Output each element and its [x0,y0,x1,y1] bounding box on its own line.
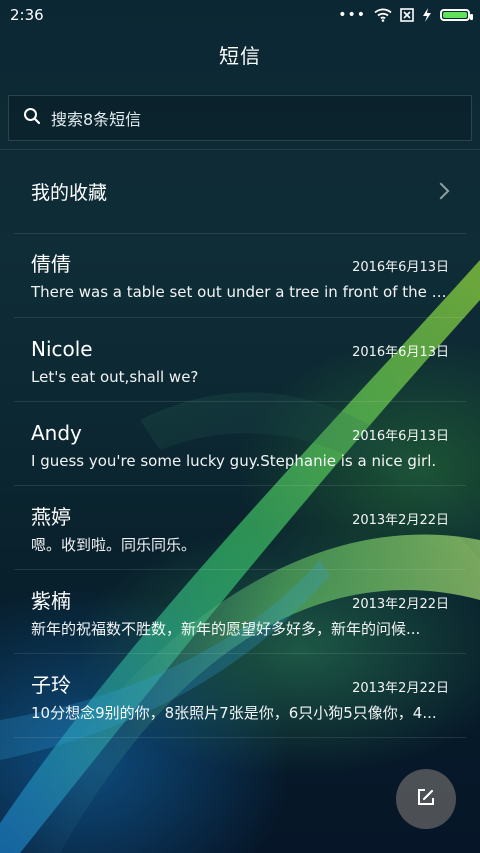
wifi-icon [374,8,392,22]
message-date: 2016年6月13日 [352,345,449,360]
message-snippet: Let's eat out,shall we? [31,368,199,386]
message-date: 2013年2月22日 [352,597,449,612]
conversation-item[interactable]: 燕婷 2013年2月22日 嗯。收到啦。同乐同乐。 [31,504,449,555]
status-dots: ••• [338,7,366,23]
message-date: 2013年2月22日 [352,681,449,696]
contact-name: Andy [31,421,82,445]
status-icons: ••• [338,7,473,23]
divider [14,233,466,234]
status-bar: 2:36 ••• [0,0,480,30]
search-placeholder: 搜索8条短信 [51,110,142,129]
favorites-label: 我的收藏 [31,181,108,204]
divider [14,737,466,738]
divider [14,653,466,654]
page-title: 短信 [219,44,261,68]
conversation-item[interactable]: 紫楠 2013年2月22日 新年的祝福数不胜数，新年的愿望好多好多，新年的问候.… [31,588,449,639]
search-bar[interactable]: 搜索8条短信 [8,95,472,141]
compose-button[interactable] [396,769,456,829]
divider [14,401,466,402]
favorites-row[interactable]: 我的收藏 [31,175,450,207]
divider [0,149,480,150]
message-date: 2016年6月13日 [352,260,449,275]
conversation-item[interactable]: Nicole 2016年6月13日 Let's eat out,shall we… [31,336,449,387]
conversation-item[interactable]: 子玲 2013年2月22日 10分想念9别的你，8张照片7张是你，6只小狗5只像… [31,672,449,723]
chevron-right-icon [432,182,450,200]
divider [14,317,466,318]
search-icon [23,107,41,129]
conversation-item[interactable]: Andy 2016年6月13日 I guess you're some luck… [31,420,449,471]
contact-name: 倩倩 [31,252,71,276]
compose-icon [416,787,436,811]
status-time: 2:36 [10,6,44,24]
message-snippet: I guess you're some lucky guy.Stephanie … [31,452,437,470]
divider [14,485,466,486]
contact-name: 燕婷 [31,505,71,529]
battery-fill [443,12,467,18]
message-snippet: 10分想念9别的你，8张照片7张是你，6只小狗5只像你，4... [31,704,437,722]
contact-name: Nicole [31,337,93,361]
message-date: 2013年2月22日 [352,513,449,528]
battery-icon [440,9,473,21]
message-snippet: 新年的祝福数不胜数，新年的愿望好多好多，新年的问候... [31,620,421,638]
divider [14,569,466,570]
message-date: 2016年6月13日 [352,429,449,444]
message-snippet: 嗯。收到啦。同乐同乐。 [31,536,197,554]
contact-name: 紫楠 [31,589,71,613]
charging-icon [422,8,432,22]
conversation-item[interactable]: 倩倩 2016年6月13日 There was a table set out … [31,251,449,302]
contact-name: 子玲 [31,673,71,697]
no-sim-icon [400,8,414,22]
message-snippet: There was a table set out under a tree i… [31,283,449,301]
